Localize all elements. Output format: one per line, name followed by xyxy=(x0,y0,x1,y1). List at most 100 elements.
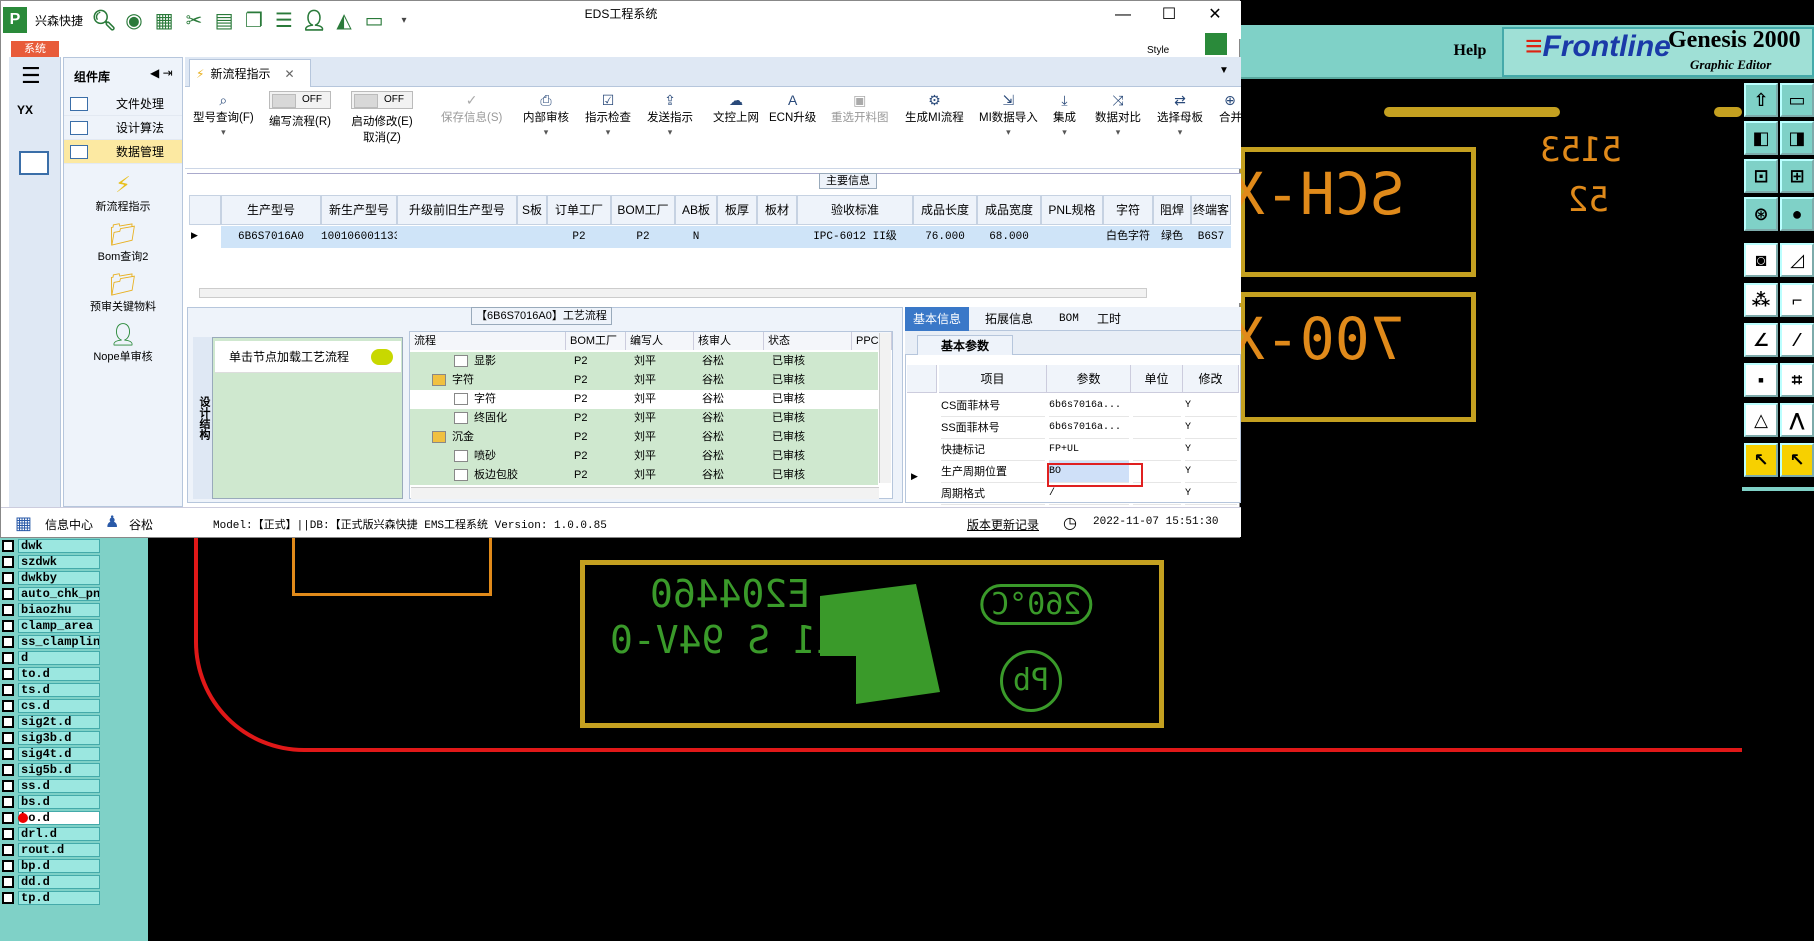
model-query-button[interactable]: ⌕ 型号查询(F) ▾ xyxy=(193,91,254,138)
layer-checkbox[interactable] xyxy=(2,572,14,584)
layer-checkbox[interactable] xyxy=(2,796,14,808)
select-master-button[interactable]: ⇄ 选择母板 ▾ xyxy=(1157,91,1203,138)
layer-row[interactable]: biaozhu xyxy=(0,602,118,618)
bom-query-item[interactable]: 📁︎ Bom查询2 xyxy=(64,222,182,264)
layer-checkbox[interactable] xyxy=(2,620,14,632)
layer-row[interactable]: sig3b.d xyxy=(0,730,118,746)
layer-row[interactable]: bo.d xyxy=(0,810,118,826)
grid-cell[interactable]: 6B6S7016A0 xyxy=(221,226,321,248)
layer-name[interactable]: d xyxy=(18,651,100,665)
side-item-file[interactable]: 文件处理 xyxy=(64,92,182,116)
film-icon[interactable]: ▤ xyxy=(211,7,237,33)
integrate-button[interactable]: ⤓ 集成 ▾ xyxy=(1053,91,1076,138)
tool-btn-10[interactable]: ◿ xyxy=(1780,243,1814,277)
style-icon[interactable] xyxy=(1205,33,1227,55)
nope-review-item[interactable]: 👤︎ Nope单审核 xyxy=(64,322,182,364)
layer-row[interactable]: auto_chk_pn xyxy=(0,586,118,602)
col-header[interactable]: 板厚 xyxy=(717,195,757,225)
proc-col-header[interactable]: 核审人 xyxy=(694,332,764,350)
grid-cell[interactable] xyxy=(1041,226,1103,248)
tool-btn-9[interactable]: ◙ xyxy=(1744,243,1778,277)
collapse-icon[interactable]: ◀ ⇥ xyxy=(150,66,173,80)
write-flow-toggle[interactable]: OFF 编写流程(R) xyxy=(269,91,331,129)
tool-btn-7[interactable]: ⊛ xyxy=(1744,197,1778,231)
layer-checkbox[interactable] xyxy=(2,700,14,712)
layer-row[interactable]: d xyxy=(0,650,118,666)
proc-row[interactable]: 板边包胶 P2 刘平 谷松 已审核 xyxy=(410,466,878,485)
grid-cell[interactable]: 68.000 xyxy=(977,226,1041,248)
grid-cell[interactable] xyxy=(397,226,517,248)
tool-btn-17[interactable]: △ xyxy=(1744,403,1778,437)
design-structure-tab[interactable]: 设计结构 xyxy=(193,337,213,499)
save-info-button[interactable]: ✓ 保存信息(S) xyxy=(441,91,502,125)
basic-col-header[interactable]: 参数 xyxy=(1047,365,1131,393)
col-header[interactable]: 终端客 xyxy=(1191,195,1231,225)
layer-row[interactable]: clamp_area xyxy=(0,618,118,634)
tab-new-flow[interactable]: ⚡ 新流程指示 ✕ xyxy=(189,59,311,87)
layer-name[interactable]: bs.d xyxy=(18,795,100,809)
close-button[interactable]: ✕ xyxy=(1195,3,1235,27)
help-menu[interactable]: Help xyxy=(1440,25,1500,77)
check-instruction-button[interactable]: ☑ 指示检查 ▾ xyxy=(585,91,631,138)
layer-name[interactable]: szdwk xyxy=(18,555,100,569)
tool-btn-16[interactable]: ⌗ xyxy=(1780,363,1814,397)
layer-row[interactable]: bp.d xyxy=(0,858,118,874)
layer-row[interactable]: tp.d xyxy=(0,890,118,906)
tab-work-hours[interactable]: 工时 xyxy=(1089,307,1129,331)
style-label[interactable]: Style xyxy=(1147,45,1169,56)
start-modify-toggle[interactable]: OFF 启动修改(E) 取消(Z) xyxy=(351,91,413,145)
layer-checkbox[interactable] xyxy=(2,876,14,888)
layer-checkbox[interactable] xyxy=(2,892,14,904)
minimize-button[interactable]: — xyxy=(1103,3,1143,27)
proc-row[interactable]: 终固化 P2 刘平 谷松 已审核 xyxy=(410,409,878,428)
layer-checkbox[interactable] xyxy=(2,668,14,680)
proc-row[interactable]: 字符 P2 刘平 谷松 已审核 xyxy=(410,390,878,409)
col-header[interactable]: S板 xyxy=(517,195,547,225)
grid-cell[interactable]: P2 xyxy=(547,226,611,248)
layer-name[interactable]: bo.d xyxy=(18,811,100,825)
tool-btn-11[interactable]: ⁂ xyxy=(1744,283,1778,317)
layer-row[interactable]: dd.d xyxy=(0,874,118,890)
grid-cell[interactable]: IPC-6012 II级 xyxy=(797,226,913,248)
layer-name[interactable]: dd.d xyxy=(18,875,100,889)
param-cell[interactable]: 6b6s7016a... xyxy=(1049,417,1129,439)
col-header[interactable]: AB板 xyxy=(675,195,717,225)
layer-name[interactable]: tp.d xyxy=(18,891,100,905)
layer-checkbox[interactable] xyxy=(2,604,14,616)
layer-checkbox[interactable] xyxy=(2,828,14,840)
basic-col-header[interactable]: 修改 xyxy=(1183,365,1239,393)
layer-name[interactable]: sig2t.d xyxy=(18,715,100,729)
grid-cell[interactable]: B6S7 xyxy=(1191,226,1231,248)
layer-name[interactable]: bp.d xyxy=(18,859,100,873)
copy-icon[interactable]: ❐ xyxy=(241,7,267,33)
grid-cell[interactable]: 绿色 xyxy=(1153,226,1191,248)
basic-params-tab[interactable]: 基本参数 xyxy=(917,335,1013,355)
pre-review-item[interactable]: 📁︎ 预审关键物料 xyxy=(64,272,182,314)
tool-btn-18[interactable]: ⋀ xyxy=(1780,403,1814,437)
layer-name[interactable]: sig4t.d xyxy=(18,747,100,761)
ecn-upgrade-button[interactable]: A ECN升级 xyxy=(769,91,816,125)
layer-name[interactable]: rout.d xyxy=(18,843,100,857)
scissors-icon[interactable]: ✂ xyxy=(181,7,207,33)
layer-checkbox[interactable] xyxy=(2,556,14,568)
send-instruction-button[interactable]: ⇪ 发送指示 ▾ xyxy=(647,91,693,138)
selected-cell-highlight[interactable] xyxy=(1047,463,1143,487)
grid-cell[interactable]: N xyxy=(675,226,717,248)
grid-cell[interactable]: 10010600113395 xyxy=(321,226,397,248)
grid-icon[interactable]: ▦ xyxy=(15,513,32,534)
layer-row[interactable]: dwkby xyxy=(0,570,118,586)
layer-row[interactable]: sig2t.d xyxy=(0,714,118,730)
system-tab[interactable]: 系统 xyxy=(11,41,59,57)
layer-name[interactable]: cs.d xyxy=(18,699,100,713)
proc-row[interactable]: 喷砂 P2 刘平 谷松 已审核 xyxy=(410,447,878,466)
layer-row[interactable]: drl.d xyxy=(0,826,118,842)
layer-row[interactable]: sig5b.d xyxy=(0,762,118,778)
tool-btn-6[interactable]: ⊞ xyxy=(1780,159,1814,193)
layer-row[interactable]: ss_clampline xyxy=(0,634,118,650)
layer-name[interactable]: biaozhu xyxy=(18,603,100,617)
col-header[interactable]: BOM工厂 xyxy=(611,195,675,225)
side-item-data[interactable]: 数据管理 xyxy=(64,140,182,164)
globe-icon[interactable]: ◉ xyxy=(121,7,147,33)
proc-col-header[interactable]: 编写人 xyxy=(626,332,694,350)
layer-checkbox[interactable] xyxy=(2,716,14,728)
